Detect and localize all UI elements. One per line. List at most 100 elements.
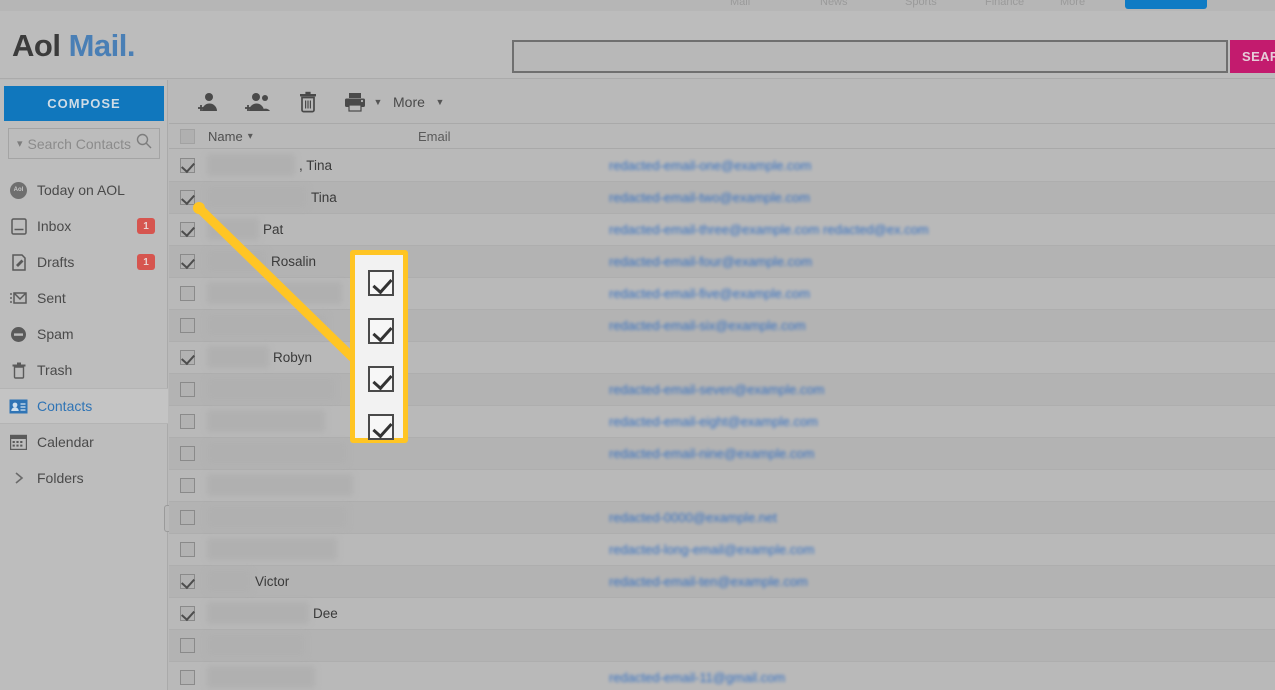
global-nav-item-1[interactable]: News xyxy=(820,0,848,8)
row-checkbox[interactable] xyxy=(180,222,195,237)
search-input[interactable] xyxy=(514,42,1226,71)
contact-email[interactable]: redacted-email-eight@example.com xyxy=(609,414,818,429)
contact-email[interactable]: redacted-email-ten@example.com xyxy=(609,574,808,589)
sidebar-item-inbox[interactable]: Inbox 1 xyxy=(0,208,168,244)
row-checkbox[interactable] xyxy=(180,318,195,333)
contact-email[interactable]: redacted-email-four@example.com xyxy=(609,254,812,269)
global-nav-item-4[interactable]: More xyxy=(1060,0,1085,8)
table-row[interactable]: redacted-email-six@example.com xyxy=(169,310,1275,342)
row-checkbox[interactable] xyxy=(180,414,195,429)
row-checkbox[interactable] xyxy=(180,382,195,397)
row-checkbox[interactable] xyxy=(180,670,195,685)
row-checkbox[interactable] xyxy=(180,158,195,173)
more-menu-button[interactable]: More ▼ xyxy=(393,80,449,124)
print-icon[interactable] xyxy=(333,80,369,124)
redacted-last-name xyxy=(207,409,325,432)
row-checkbox[interactable] xyxy=(180,606,195,621)
redacted-last-name xyxy=(207,249,267,272)
calendar-icon xyxy=(9,433,28,452)
contact-name-cell: Pat xyxy=(207,214,437,246)
delete-contacts-icon[interactable] xyxy=(283,80,333,124)
add-contact-icon[interactable] xyxy=(183,80,233,124)
contact-name-cell: , Tina xyxy=(207,150,437,182)
row-checkbox[interactable] xyxy=(180,542,195,557)
table-row[interactable]: Pat redacted-email-three@example.com reda… xyxy=(169,214,1275,246)
search-contacts-input[interactable]: ▾ Search Contacts xyxy=(8,128,160,159)
global-nav-item-2[interactable]: Sports xyxy=(905,0,937,8)
row-checkbox[interactable] xyxy=(180,190,195,205)
contact-first-name: Tina xyxy=(311,190,337,205)
print-caret-down-icon[interactable]: ▼ xyxy=(369,97,387,107)
table-row[interactable]: redacted-email-seven@example.com xyxy=(169,374,1275,406)
sidebar-item-folders[interactable]: Folders xyxy=(0,460,168,496)
row-checkbox[interactable] xyxy=(180,510,195,525)
table-row[interactable]: redacted-email-nine@example.com xyxy=(169,438,1275,470)
table-row[interactable]: Dee xyxy=(169,598,1275,630)
contact-email[interactable]: redacted-email-nine@example.com xyxy=(609,446,814,461)
table-row[interactable]: redacted-0000@example.net xyxy=(169,502,1275,534)
table-row[interactable]: redacted-email-five@example.com xyxy=(169,278,1275,310)
select-all-checkbox[interactable] xyxy=(180,129,195,144)
aol-mail-logo[interactable]: Aol Mail. xyxy=(12,28,135,64)
table-row[interactable]: , Tina redacted-email-one@example.com xyxy=(169,150,1275,182)
trash-icon xyxy=(9,361,28,380)
table-row[interactable]: redacted-email-11@gmail.com xyxy=(169,662,1275,690)
global-nav-cta-button[interactable] xyxy=(1125,0,1207,9)
row-checkbox[interactable] xyxy=(180,446,195,461)
contact-email[interactable]: redacted-email-five@example.com xyxy=(609,286,810,301)
contact-email[interactable]: redacted-long-email@example.com xyxy=(609,542,814,557)
sidebar-item-sent[interactable]: Sent xyxy=(0,280,168,316)
magnifier-icon[interactable] xyxy=(136,133,152,154)
aol-mail-window: Mail News Sports Finance More Aol Mail. … xyxy=(0,0,1275,690)
global-nav-item-0[interactable]: Mail xyxy=(730,0,750,8)
contact-email[interactable]: redacted-email-seven@example.com xyxy=(609,382,825,397)
contact-email[interactable]: redacted-0000@example.net xyxy=(609,510,777,525)
row-checkbox[interactable] xyxy=(180,574,195,589)
contact-email[interactable]: redacted-email-three@example.com redacte… xyxy=(609,222,929,237)
table-row[interactable] xyxy=(169,630,1275,662)
table-row[interactable]: Robyn xyxy=(169,342,1275,374)
sidebar-item-label: Sent xyxy=(37,290,66,306)
contacts-list[interactable]: , Tina redacted-email-one@example.com Tina… xyxy=(169,150,1275,690)
logo-mail-text: Mail xyxy=(68,28,128,63)
table-row[interactable] xyxy=(169,470,1275,502)
column-header-name[interactable]: Name ▾ xyxy=(208,129,253,144)
logo-aol-text: Aol xyxy=(12,28,61,63)
contact-name-cell: Dee xyxy=(207,598,437,630)
row-checkbox[interactable] xyxy=(180,478,195,493)
global-nav-item-3[interactable]: Finance xyxy=(985,0,1024,8)
sidebar-item-spam[interactable]: Spam xyxy=(0,316,168,352)
table-row[interactable]: Tina redacted-email-two@example.com xyxy=(169,182,1275,214)
row-checkbox[interactable] xyxy=(180,286,195,301)
search-button[interactable]: SEARCH xyxy=(1230,40,1275,73)
column-header-name-label: Name xyxy=(208,129,243,144)
table-row[interactable]: redacted-long-email@example.com xyxy=(169,534,1275,566)
contact-email[interactable]: redacted-email-six@example.com xyxy=(609,318,806,333)
sidebar-item-contacts[interactable]: Contacts xyxy=(0,388,168,424)
sidebar-item-drafts[interactable]: Drafts 1 xyxy=(0,244,168,280)
row-checkbox[interactable] xyxy=(180,638,195,653)
add-group-icon[interactable] xyxy=(233,80,283,124)
search-input-wrapper[interactable] xyxy=(512,40,1228,73)
callout-checkbox xyxy=(368,414,394,440)
row-checkbox[interactable] xyxy=(180,254,195,269)
sidebar-item-label: Folders xyxy=(37,470,84,486)
sidebar-item-calendar[interactable]: Calendar xyxy=(0,424,168,460)
contact-email[interactable]: redacted-email-one@example.com xyxy=(609,158,812,173)
compose-button[interactable]: COMPOSE xyxy=(4,86,164,121)
sidebar-item-trash[interactable]: Trash xyxy=(0,352,168,388)
table-row[interactable]: redacted-email-eight@example.com xyxy=(169,406,1275,438)
contact-email[interactable]: redacted-email-11@gmail.com xyxy=(609,670,785,685)
contact-email[interactable]: redacted-email-two@example.com xyxy=(609,190,810,205)
column-header-email: Email xyxy=(418,129,451,144)
drafts-icon xyxy=(9,253,28,272)
table-row[interactable]: Victor redacted-email-ten@example.com xyxy=(169,566,1275,598)
redacted-last-name xyxy=(207,377,335,400)
more-label: More xyxy=(393,93,425,110)
sidebar-item-today-on-aol[interactable]: Aol Today on AOL xyxy=(0,172,168,208)
table-row[interactable]: Rosalin redacted-email-four@example.com xyxy=(169,246,1275,278)
inbox-icon xyxy=(9,217,28,236)
row-checkbox[interactable] xyxy=(180,350,195,365)
redacted-last-name xyxy=(207,569,251,592)
redacted-last-name xyxy=(207,281,342,304)
